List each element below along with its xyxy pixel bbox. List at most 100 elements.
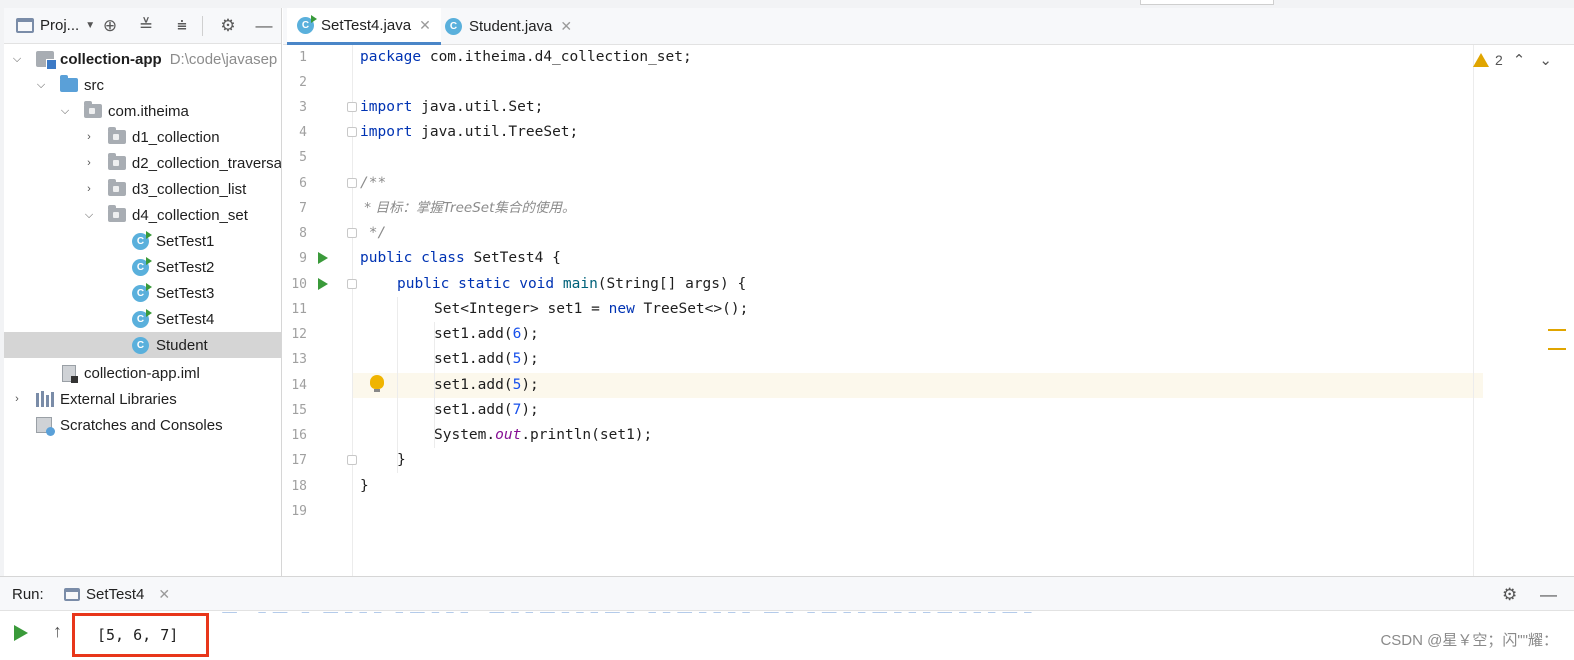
expand-all-icon[interactable]: ≚ [134, 14, 158, 38]
line-number: 13 [291, 352, 307, 367]
code-line-16: System.out.println(set1); [434, 423, 652, 448]
tree-item-label: Student [156, 336, 208, 354]
code-token: 7 [512, 402, 522, 418]
chevron-right-icon[interactable]: › [82, 157, 96, 169]
code-token: (String[] args) { [597, 276, 747, 292]
code-token: set1.add( [434, 326, 513, 342]
run-tab-settest4[interactable]: SetTest4 ✕ [64, 577, 170, 611]
line-number: 17 [291, 453, 307, 468]
run-label: Run: [12, 586, 44, 603]
search-box-edge[interactable] [1140, 0, 1274, 5]
chevron-down-icon[interactable]: ⌵ [82, 209, 96, 222]
chevron-down-icon[interactable]: ⌵ [10, 53, 24, 66]
window-icon [16, 18, 34, 33]
code-token: System. [434, 427, 496, 443]
tree-item-scratches[interactable]: Scratches and Consoles [4, 412, 281, 438]
run-class-icon[interactable] [318, 252, 328, 264]
tree-item-settest2[interactable]: C SetTest2 [4, 254, 281, 280]
gear-icon[interactable]: ⚙ [1502, 585, 1517, 605]
code-token: Set<Integer> set1 = [434, 301, 609, 317]
line-number: 10 [291, 277, 307, 292]
tree-item-label: SetTest3 [156, 284, 215, 302]
chevron-right-icon[interactable]: › [82, 131, 96, 143]
code-token: import [360, 124, 413, 140]
chevron-right-icon[interactable]: › [10, 393, 24, 405]
module-path: D:\code\javasep [169, 50, 278, 68]
indent-guide [397, 297, 398, 473]
code-token: .println(set1); [521, 427, 653, 443]
chevron-down-icon[interactable]: ⌵ [34, 79, 48, 92]
code-line-17: } [397, 452, 406, 468]
tree-item-settest1[interactable]: C SetTest1 [4, 228, 281, 254]
line-number: 5 [299, 150, 307, 165]
code-token: import [360, 99, 413, 115]
close-icon[interactable]: ✕ [158, 586, 170, 603]
tree-item-collection-app[interactable]: ⌵ collection-app D:\code\javasep [4, 46, 281, 72]
previous-highlight-icon[interactable]: ⌃ [1509, 51, 1530, 69]
tree-item-d1-collection[interactable]: › d1_collection [4, 124, 281, 150]
line-number: 1 [299, 50, 307, 65]
tree-item-settest3[interactable]: C SetTest3 [4, 280, 281, 306]
code-area[interactable]: package com.itheima.d4_collection_set; i… [353, 45, 1473, 576]
tree-item-d4-collection-set[interactable]: ⌵ d4_collection_set [4, 202, 281, 228]
chevron-down-icon[interactable]: ⌵ [58, 105, 72, 118]
project-panel: Proj... ▼ ⊕ ≚ ⩧ ⚙ — ⌵ collection-app D:\… [4, 8, 282, 576]
output-text: [5, 6, 7] [97, 626, 179, 644]
code-line-12: set1.add(6); [434, 322, 539, 347]
tree-item-label: d4_collection_set [132, 206, 248, 224]
package-icon [107, 153, 126, 170]
minimize-icon[interactable]: — [1540, 585, 1557, 605]
tree-item-d3-collection-list[interactable]: › d3_collection_list [4, 176, 281, 202]
collapse-all-icon[interactable]: ⩧ [170, 14, 194, 38]
rerun-icon[interactable] [14, 625, 28, 641]
chevron-right-icon[interactable]: › [82, 183, 96, 195]
warning-stripe-marker[interactable] [1548, 348, 1566, 350]
package-icon [108, 205, 126, 222]
code-token: SetTest4 { [464, 250, 561, 266]
inspection-widget[interactable]: 2 ⌃ ⌄ [1473, 51, 1556, 69]
code-token: java.util.TreeSet; [412, 124, 579, 140]
minimize-icon[interactable]: — [252, 14, 276, 38]
next-highlight-icon[interactable]: ⌄ [1535, 51, 1556, 69]
lightbulb-icon[interactable] [370, 375, 384, 392]
runnable-class-icon: C [132, 230, 152, 250]
title-strip [0, 0, 1574, 8]
class-icon: C [132, 336, 149, 354]
tree-item-student[interactable]: C Student [4, 332, 281, 358]
code-line-1: package com.itheima.d4_collection_set; [360, 45, 692, 70]
run-main-icon[interactable] [318, 278, 328, 290]
tree-item-settest4[interactable]: C SetTest4 [4, 306, 281, 332]
tree-item-src[interactable]: ⌵ src [4, 72, 281, 98]
code-token: 5 [512, 351, 522, 367]
code-token: 6 [512, 326, 522, 342]
close-icon[interactable]: ✕ [419, 17, 431, 34]
warning-stripe-marker[interactable] [1548, 329, 1566, 331]
gear-icon[interactable]: ⚙ [216, 14, 240, 38]
line-number: 18 [291, 479, 307, 494]
line-number: 3 [299, 100, 307, 115]
code-token: ); [521, 351, 539, 367]
project-view-label: Proj... [40, 17, 80, 34]
project-toolbar: Proj... ▼ ⊕ ≚ ⩧ ⚙ — [4, 8, 281, 44]
console-output: [5, 6, 7] [72, 613, 209, 657]
tree-item-external-libraries[interactable]: › External Libraries [4, 386, 281, 412]
code-token: package [360, 49, 422, 65]
tree-item-com-itheima[interactable]: ⌵ com.itheima [4, 98, 281, 124]
code-token: ); [521, 402, 539, 418]
code-token: 5 [512, 377, 522, 393]
code-line-11: Set<Integer> set1 = new TreeSet<>(); [434, 297, 748, 322]
tab-settest4[interactable]: C SetTest4.java ✕ [287, 8, 441, 45]
project-view-selector[interactable]: Proj... ▼ [16, 17, 95, 34]
close-icon[interactable]: ✕ [560, 18, 572, 35]
tree-item-d2-collection-traversal[interactable]: › d2_collection_traversa [4, 150, 281, 176]
up-arrow-icon[interactable]: ↑ [53, 621, 62, 642]
editor-right-gutter [1473, 45, 1574, 576]
tree-item-iml-file[interactable]: collection-app.iml [4, 360, 281, 386]
warning-icon [1473, 53, 1489, 67]
tab-student[interactable]: C Student.java ✕ [435, 8, 582, 45]
run-tab-label: SetTest4 [86, 585, 145, 603]
class-icon: C [445, 18, 462, 35]
code-editor[interactable]: 1 2 3 4 5 6 7 8 9 10 11 12 13 14 15 16 1… [283, 45, 1574, 576]
code-token: java.util.Set; [412, 99, 544, 115]
crosshair-icon[interactable]: ⊕ [98, 14, 122, 38]
